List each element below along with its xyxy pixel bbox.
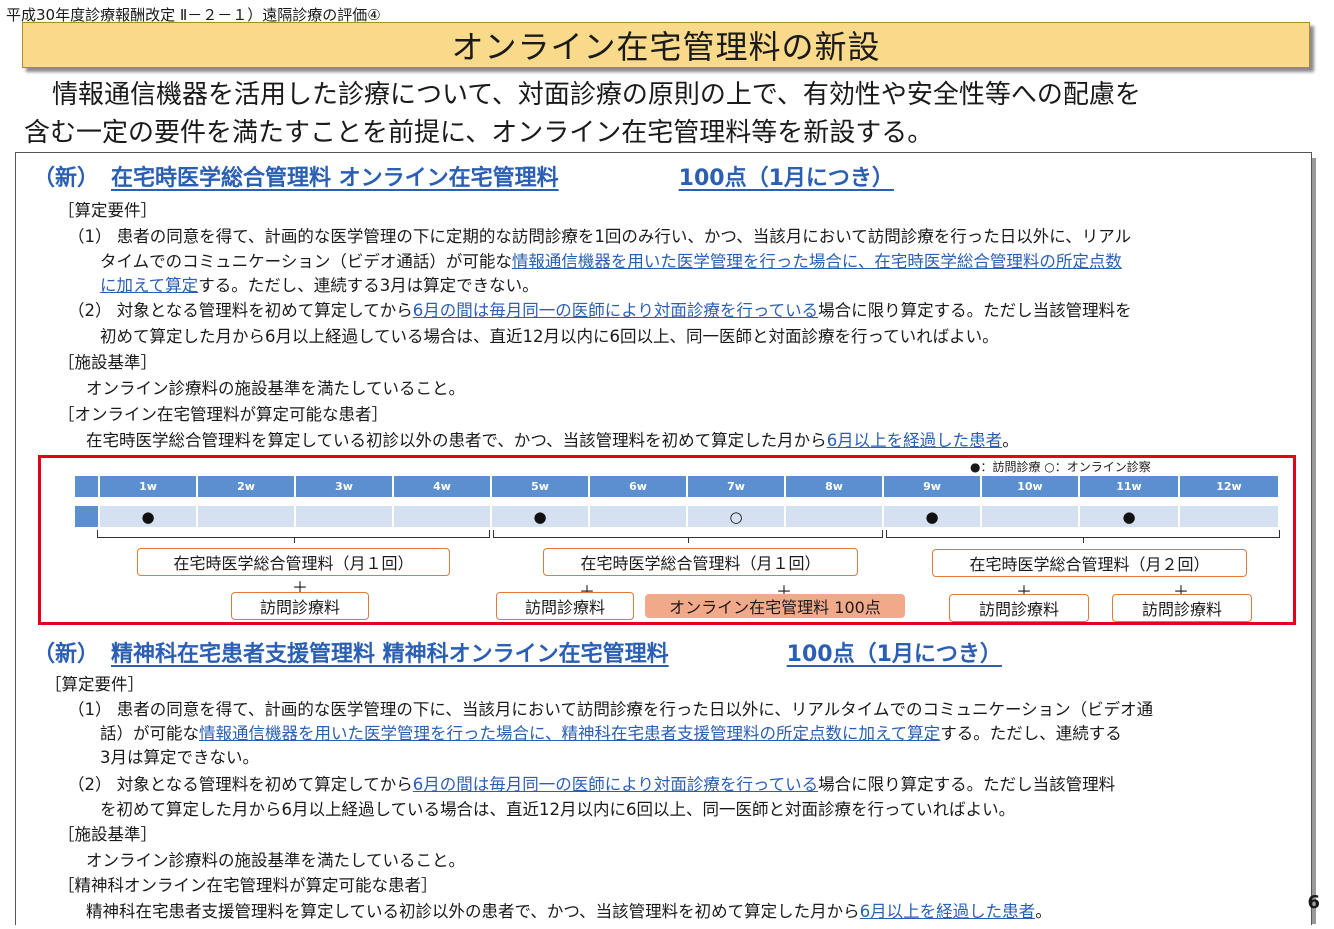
week-header-cell: 11w	[1080, 476, 1180, 497]
visit-fee-box: 訪問診療料	[231, 592, 369, 620]
section1-req1-tail: する。ただし、連続する3月は算定できない。	[198, 276, 539, 295]
intro-line-1: 情報通信機器を活用した診療について、対面診療の原則の上で、有効性や安全性等への配…	[52, 80, 1141, 110]
section2-pat-head: ［精神科オンライン在宅管理料が算定可能な患者］	[58, 876, 438, 895]
month-brace-tick	[294, 537, 295, 543]
visit-fee-box: 訪問診療料	[949, 594, 1089, 622]
section1-req1-line1: （1） 患者の同意を得て、計画的な医学管理の下に定期的な訪問診療を1回のみ行い、…	[68, 227, 1132, 246]
section1-req2-link[interactable]: 6月の間は毎月同一の医師により対面診療を行っている	[413, 301, 818, 320]
week-header-cell: 6w	[590, 476, 688, 497]
section1-req1-line2: タイムでのコミュニケーション（ビデオ通話）が可能な情報通信機器を用いた医学管理を…	[100, 251, 1122, 273]
week-header-cell: 2w	[198, 476, 296, 497]
intro-text: 情報通信機器を活用した診療について、対面診療の原則の上で、有効性や安全性等への配…	[24, 76, 1324, 152]
month1-fee-box: 在宅時医学総合管理料（月１回）	[137, 548, 450, 576]
week-mark-cell: ●	[492, 506, 590, 527]
page-title: オンライン在宅管理料の新設	[22, 22, 1310, 68]
section1-new-label: （新）	[33, 166, 100, 191]
timeline-legend: ●：訪問診療 ○：オンライン診察	[970, 460, 1151, 474]
week-mark-cell	[786, 506, 884, 527]
week-mark-cell	[1180, 506, 1278, 527]
week-mark-cell	[394, 506, 492, 527]
section1-req2-plain: （2） 対象となる管理料を初めて算定してから	[68, 301, 413, 320]
week-mark-cell: ○	[688, 506, 786, 527]
section2-req2-link[interactable]: 6月の間は毎月同一の医師により対面診療を行っている	[413, 775, 818, 794]
section1-req1-line3: に加えて算定する。ただし、連続する3月は算定できない。	[100, 275, 539, 297]
week-header-cell: 5w	[492, 476, 590, 497]
week-header-cell: 1w	[100, 476, 198, 497]
week-mark-cell: ●	[100, 506, 198, 527]
week-mark-spacer	[75, 506, 100, 527]
month3-fee-box: 在宅時医学総合管理料（月２回）	[932, 549, 1247, 577]
week-header-cell: 4w	[394, 476, 492, 497]
intro-line-2: 含む一定の要件を満たすことを前提に、オンライン在宅管理料等を新設する。	[24, 118, 934, 148]
week-mark-cell: ●	[1080, 506, 1180, 527]
section2-name: 精神科在宅患者支援管理料 精神科オンライン在宅管理料	[111, 642, 669, 667]
section2-req1-line1: （1） 患者の同意を得て、計画的な医学管理の下に、当該月において訪問診療を行った…	[68, 700, 1154, 719]
section2-pat-plain: 精神科在宅患者支援管理料を算定している初診以外の患者で、かつ、当該管理料を初めて…	[86, 902, 860, 921]
section1-pat-tail: 。	[1002, 431, 1019, 450]
section1-req1-link2[interactable]: に加えて算定	[100, 276, 198, 295]
week-mark-row: ● ● ○ ● ●	[75, 506, 1278, 527]
section1-heading: （新） 在宅時医学総合管理料 オンライン在宅管理料 100点（1月につき）	[33, 160, 894, 192]
section1-fac: オンライン診療料の施設基準を満たしていること。	[86, 379, 466, 398]
section1-req-head: ［算定要件］	[58, 201, 157, 220]
week-mark-cell	[198, 506, 296, 527]
section1-pat-link[interactable]: 6月以上を経過した患者	[827, 431, 1003, 450]
week-header-spacer	[75, 476, 100, 497]
month2-fee-box: 在宅時医学総合管理料（月１回）	[543, 548, 858, 576]
section2-fac: オンライン診療料の施設基準を満たしていること。	[86, 851, 466, 870]
section2-heading: （新） 精神科在宅患者支援管理料 精神科オンライン在宅管理料 100点（1月につき）	[33, 636, 1002, 668]
week-mark-cell: ●	[884, 506, 982, 527]
week-mark-cell	[296, 506, 394, 527]
week-header-cell: 10w	[982, 476, 1080, 497]
section2-points: 100点（1月につき）	[786, 642, 1002, 667]
section1-pat-plain: 在宅時医学総合管理料を算定している初診以外の患者で、かつ、当該管理料を初めて算定…	[86, 431, 827, 450]
section2-pat-link[interactable]: 6月以上を経過した患者	[860, 902, 1036, 921]
section1-pat: 在宅時医学総合管理料を算定している初診以外の患者で、かつ、当該管理料を初めて算定…	[86, 430, 1019, 452]
week-header-cell: 3w	[296, 476, 394, 497]
week-header-row: 1w 2w 3w 4w 5w 6w 7w 8w 9w 10w 11w 12w	[75, 476, 1278, 497]
section2-req1-tail: する。ただし、連続する	[940, 724, 1122, 743]
section1-fac-head: ［施設基準］	[58, 353, 157, 372]
section2-req1-link[interactable]: 情報通信機器を用いた医学管理を行った場合に、精神科在宅患者支援管理料の所定点数に…	[199, 724, 940, 743]
online-fee-box: オンライン在宅管理料 100点	[645, 594, 905, 618]
month-brace-tick	[688, 537, 689, 543]
section1-req1-plain: タイムでのコミュニケーション（ビデオ通話）が可能な	[100, 252, 512, 271]
visit-fee-box: 訪問診療料	[1112, 594, 1252, 622]
section2-new-label: （新）	[33, 642, 100, 667]
section1-name: 在宅時医学総合管理料 オンライン在宅管理料	[111, 166, 559, 191]
section2-req2-tail: 場合に限り算定する。ただし当該管理料	[818, 775, 1116, 794]
week-mark-cell	[982, 506, 1080, 527]
section2-req2-plain: （2） 対象となる管理料を初めて算定してから	[68, 775, 413, 794]
section2-pat-tail: 。	[1035, 902, 1052, 921]
section2-req2-line1: （2） 対象となる管理料を初めて算定してから6月の間は毎月同一の医師により対面診…	[68, 774, 1115, 796]
page-number: 6	[1307, 892, 1320, 913]
week-mark-cell	[590, 506, 688, 527]
section1-req1-link[interactable]: 情報通信機器を用いた医学管理を行った場合に、在宅時医学総合管理料の所定点数	[512, 252, 1122, 271]
section1-req2-line1: （2） 対象となる管理料を初めて算定してから6月の間は毎月同一の医師により対面診…	[68, 300, 1132, 322]
section2-pat: 精神科在宅患者支援管理料を算定している初診以外の患者で、かつ、当該管理料を初めて…	[86, 901, 1052, 923]
section1-req2-tail: 場合に限り算定する。ただし当該管理料を	[818, 301, 1132, 320]
section1-pat-head: ［オンライン在宅管理料が算定可能な患者］	[58, 405, 388, 424]
section2-req1-plain: 話）が可能な	[100, 724, 199, 743]
section1-req2-line2: 初めて算定した月から6月以上経過している場合は、直近12月以内に6回以上、同一医…	[100, 327, 999, 346]
week-header-cell: 8w	[786, 476, 884, 497]
section2-req2-line2: を初めて算定した月から6月以上経過している場合は、直近12月以内に6回以上、同一…	[100, 800, 1016, 819]
week-header-cell: 12w	[1180, 476, 1278, 497]
section2-fac-head: ［施設基準］	[58, 825, 157, 844]
section2-req-head: ［算定要件］	[45, 675, 144, 694]
visit-fee-box: 訪問診療料	[496, 592, 634, 620]
month-brace-tick	[1083, 537, 1084, 543]
section1-points: 100点（1月につき）	[678, 166, 894, 191]
section2-req1-line2: 話）が可能な情報通信機器を用いた医学管理を行った場合に、精神科在宅患者支援管理料…	[100, 723, 1122, 745]
week-header-cell: 9w	[884, 476, 982, 497]
week-header-cell: 7w	[688, 476, 786, 497]
section2-req1-line3: 3月は算定できない。	[100, 748, 259, 767]
